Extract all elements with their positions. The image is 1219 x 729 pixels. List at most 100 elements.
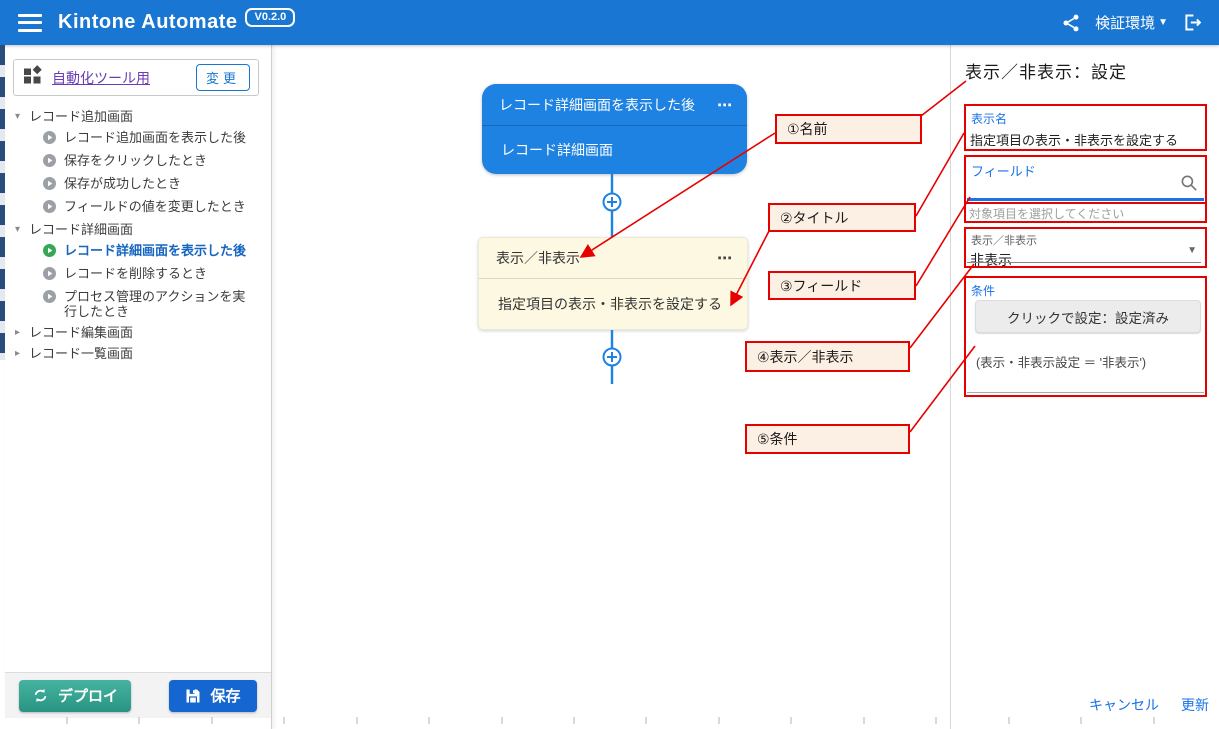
app-blocks-icon [22, 65, 43, 91]
tree-item[interactable]: レコードを削除するとき [5, 263, 271, 286]
settings-panel: 表示／非表示：設定 表示名 指定項目の表示・非表示を設定する フィールド 対象項… [950, 45, 1219, 729]
app-title: Kintone Automate [58, 11, 237, 34]
visibility-value: 非表示 [966, 248, 1205, 270]
condition-set-button[interactable]: クリックで設定：設定済み [975, 300, 1201, 333]
select-underline [967, 262, 1201, 263]
environment-label: 検証環境 [1095, 12, 1155, 33]
display-name-label: 表示名 [966, 106, 1205, 127]
trigger-node-title: レコード詳細画面を表示した後 [499, 95, 695, 115]
play-icon [43, 154, 56, 170]
tree-group-label: レコード一覧画面 [29, 346, 133, 361]
play-icon [43, 131, 56, 147]
action-node-subtitle: 指定項目の表示・非表示を設定する [498, 294, 722, 314]
tree-group-label: レコード追加画面 [29, 109, 133, 124]
tree-item-selected[interactable]: レコード詳細画面を表示した後 [5, 240, 271, 263]
tree-group-record-add[interactable]: ▾ レコード追加画面 [5, 106, 271, 127]
annotation-label: ④表示／非表示 [757, 347, 854, 367]
condition-underline [967, 392, 1204, 393]
dropdown-caret-icon[interactable]: ▼ [1187, 245, 1197, 256]
field-search-input[interactable] [970, 179, 1170, 197]
search-icon[interactable] [1180, 174, 1198, 197]
tree-item-label: 保存をクリックしたとき [64, 153, 207, 170]
action-node-title: 表示／非表示 [496, 248, 580, 268]
environment-selector[interactable]: 検証環境 ▼ [1095, 12, 1168, 33]
chevron-down-icon: ▼ [1158, 17, 1168, 28]
tree-item[interactable]: 保存が成功したとき [5, 173, 271, 196]
save-button[interactable]: 保存 [169, 680, 257, 712]
field-label: フィールド [966, 157, 1205, 180]
panel-actions: キャンセル 更新 [1089, 695, 1209, 715]
annotation-label: ①名前 [787, 119, 828, 139]
condition-section: 条件 クリックで設定：設定済み (表示・非表示設定 ＝ '非表示') [964, 276, 1207, 397]
play-icon-active [43, 244, 56, 260]
panel-title: 表示／非表示：設定 [965, 58, 1127, 83]
caret-right-icon: ▸ [15, 346, 29, 361]
tree-item[interactable]: フィールドの値を変更したとき [5, 196, 271, 219]
deploy-button[interactable]: デプロイ [19, 680, 131, 712]
sidebar: 自動化ツール用 変更 ▾ レコード追加画面 レコード追加画面を表示した後 保存を… [5, 45, 272, 729]
annotation-label: ③フィールド [780, 276, 862, 296]
deploy-button-label: デプロイ [58, 685, 118, 706]
annotation-visibility: ④表示／非表示 [745, 341, 910, 372]
visibility-select[interactable]: 表示／非表示 非表示 ▼ [964, 227, 1207, 268]
play-icon [43, 177, 56, 193]
save-button-label: 保存 [210, 685, 240, 706]
app-selector-box: 自動化ツール用 変更 [13, 59, 259, 96]
tree-item[interactable]: プロセス管理のアクションを実行したとき [5, 286, 255, 322]
app-window: Kintone Automate V0.2.0 検証環境 ▼ 自動化ツール用 変… [0, 0, 1219, 729]
tree-item[interactable]: レコード追加画面を表示した後 [5, 127, 271, 150]
annotation-name: ①名前 [775, 114, 922, 144]
more-menu-icon[interactable]: ⋯ [717, 249, 733, 267]
version-badge: V0.2.0 [245, 8, 295, 27]
tree-group-record-edit[interactable]: ▸ レコード編集画面 [5, 322, 271, 343]
tree-group-record-detail[interactable]: ▾ レコード詳細画面 [5, 219, 271, 240]
flow-canvas: レコード詳細画面を表示した後 ⋯ レコード詳細画面 表示／非表示 ⋯ 指定項目の… [272, 45, 950, 729]
tree-item-label: プロセス管理のアクションを実行したとき [64, 289, 249, 319]
play-icon [43, 267, 56, 283]
tree-group-label: レコード編集画面 [29, 325, 133, 340]
tree-item-label: 保存が成功したとき [64, 176, 181, 193]
share-icon[interactable] [1061, 13, 1081, 33]
sync-icon [32, 687, 49, 704]
action-node[interactable]: 表示／非表示 ⋯ 指定項目の表示・非表示を設定する [478, 237, 748, 330]
floppy-icon [185, 688, 201, 704]
trigger-node-subtitle: レコード詳細画面 [501, 140, 613, 160]
visibility-label: 表示／非表示 [966, 229, 1205, 248]
annotation-field: ③フィールド [768, 271, 916, 300]
condition-label: 条件 [966, 278, 1205, 299]
play-icon [43, 290, 56, 319]
tree-group-label: レコード詳細画面 [29, 222, 133, 237]
app-name-link[interactable]: 自動化ツール用 [52, 68, 150, 88]
tree-item-label: レコードを削除するとき [64, 266, 207, 283]
trigger-node[interactable]: レコード詳細画面を表示した後 ⋯ レコード詳細画面 [482, 84, 747, 174]
field-select-box: フィールド [964, 155, 1207, 204]
more-menu-icon[interactable]: ⋯ [717, 96, 733, 114]
display-name-field: 表示名 指定項目の表示・非表示を設定する [964, 104, 1207, 151]
change-app-button[interactable]: 変更 [196, 64, 250, 91]
annotation-condition: ⑤条件 [745, 424, 910, 454]
logout-icon[interactable] [1182, 12, 1203, 33]
sidebar-footer: デプロイ 保存 [5, 672, 271, 718]
app-header: Kintone Automate V0.2.0 検証環境 ▼ [0, 0, 1219, 45]
update-link[interactable]: 更新 [1181, 695, 1209, 715]
event-tree: ▾ レコード追加画面 レコード追加画面を表示した後 保存をクリックしたとき 保存… [5, 106, 271, 364]
tree-group-record-list[interactable]: ▸ レコード一覧画面 [5, 343, 271, 364]
tree-item-label: フィールドの値を変更したとき [64, 199, 246, 216]
field-placeholder-box: 対象項目を選択してください [964, 204, 1207, 223]
field-placeholder: 対象項目を選択してください [966, 204, 1205, 222]
tree-item-label: レコード追加画面を表示した後 [64, 130, 246, 147]
hamburger-menu-icon[interactable] [18, 14, 42, 32]
cancel-link[interactable]: キャンセル [1089, 695, 1159, 715]
tree-item-label: レコード詳細画面を表示した後 [64, 243, 246, 260]
tree-item[interactable]: 保存をクリックしたとき [5, 150, 271, 173]
annotation-label: ⑤条件 [757, 429, 798, 449]
annotation-title: ②タイトル [768, 203, 916, 232]
window-edge-strip [0, 45, 5, 360]
display-name-value: 指定項目の表示・非表示を設定する [966, 127, 1205, 149]
condition-expression: (表示・非表示設定 ＝ '非表示') [976, 352, 1146, 371]
caret-down-icon: ▾ [15, 109, 29, 124]
caret-down-icon: ▾ [15, 222, 29, 237]
annotation-label: ②タイトル [780, 208, 849, 228]
caret-right-icon: ▸ [15, 325, 29, 340]
play-icon [43, 200, 56, 216]
